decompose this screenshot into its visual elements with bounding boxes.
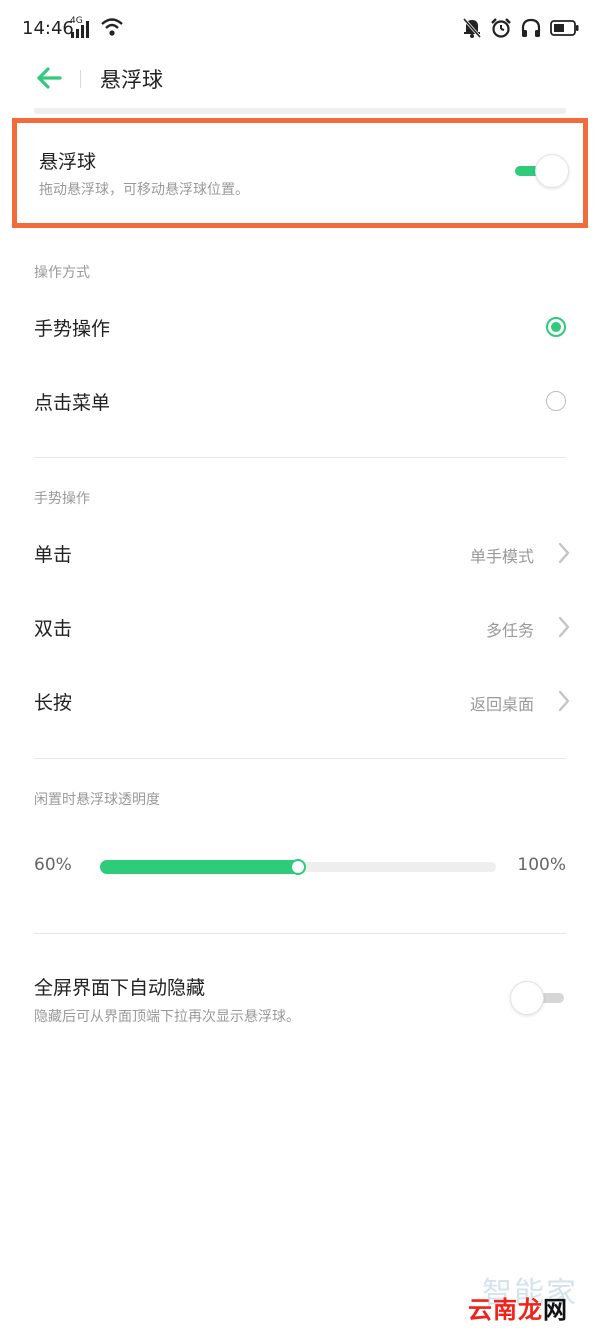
gesture-section-header: 手势操作 xyxy=(34,491,90,507)
title-divider xyxy=(80,70,81,88)
floating-ball-switch[interactable] xyxy=(513,153,569,189)
chevron-right-icon xyxy=(558,616,570,638)
gesture-row-double-tap[interactable]: 双击 多任务 xyxy=(0,598,600,658)
gesture-value: 单手模式 xyxy=(469,547,534,566)
gesture-label: 单击 xyxy=(34,544,73,566)
operation-mode-header: 操作方式 xyxy=(34,265,90,281)
auto-hide-switch[interactable] xyxy=(510,980,566,1016)
alarm-icon xyxy=(491,18,511,38)
watermark-long: 龙 xyxy=(518,1296,543,1324)
watermark-wang: 网 xyxy=(543,1296,568,1324)
watermark-yunnan: 云南 xyxy=(468,1296,518,1324)
gesture-value: 多任务 xyxy=(485,621,534,640)
watermark-yunnan-long: 云南龙网 xyxy=(468,1290,568,1325)
radio-button-checked[interactable] xyxy=(546,317,566,337)
status-time: 14:46 xyxy=(22,18,74,39)
section-divider xyxy=(34,758,566,759)
switch-knob xyxy=(535,154,569,188)
section-divider xyxy=(34,933,566,934)
page-title: 悬浮球 xyxy=(100,68,163,92)
operation-option-gesture[interactable]: 手势操作 xyxy=(0,298,600,358)
section-divider xyxy=(34,457,566,458)
gesture-row-long-press[interactable]: 长按 返回桌面 xyxy=(0,672,600,732)
gesture-row-single-tap[interactable]: 单击 单手模式 xyxy=(0,524,600,584)
slider-min-label: 60% xyxy=(34,855,72,875)
floating-ball-description: 拖动悬浮球，可移动悬浮球位置。 xyxy=(39,182,249,198)
chevron-right-icon xyxy=(558,542,570,564)
floating-ball-toggle-row[interactable]: 悬浮球 拖动悬浮球，可移动悬浮球位置。 xyxy=(12,118,588,228)
auto-hide-title: 全屏界面下自动隐藏 xyxy=(34,977,206,999)
option-label: 点击菜单 xyxy=(34,392,111,414)
floating-ball-settings-screen: 14:46 4G 悬浮球 悬浮球 拖动悬浮球，可移动悬浮球位置。 操作方式 手势… xyxy=(0,0,600,1333)
battery-icon xyxy=(550,20,579,36)
back-arrow-icon xyxy=(37,67,62,89)
switch-knob xyxy=(510,981,544,1015)
gesture-label: 双击 xyxy=(34,618,73,640)
headphones-icon xyxy=(521,18,541,37)
slider-fill xyxy=(100,860,302,874)
slider-max-label: 100% xyxy=(517,855,566,875)
mute-notification-icon xyxy=(462,18,482,38)
back-button[interactable] xyxy=(34,62,66,94)
header-shadow xyxy=(34,108,566,114)
slider-thumb[interactable] xyxy=(290,859,306,875)
status-icons-right xyxy=(462,14,580,42)
wifi-icon xyxy=(101,18,123,36)
operation-option-menu[interactable]: 点击菜单 xyxy=(0,372,600,432)
title-bar: 悬浮球 xyxy=(0,50,600,106)
chevron-right-icon xyxy=(558,690,570,712)
floating-ball-title: 悬浮球 xyxy=(39,151,97,173)
radio-button-unchecked[interactable] xyxy=(546,391,566,411)
option-label: 手势操作 xyxy=(34,318,111,340)
idle-opacity-header: 闲置时悬浮球透明度 xyxy=(34,792,160,808)
gesture-label: 长按 xyxy=(34,692,73,714)
auto-hide-description: 隐藏后可从界面顶端下拉再次显示悬浮球。 xyxy=(34,1009,300,1025)
gesture-value: 返回桌面 xyxy=(469,695,534,714)
signal-icon xyxy=(71,21,89,38)
opacity-slider[interactable] xyxy=(100,857,496,877)
network-indicator: 4G xyxy=(70,16,130,42)
